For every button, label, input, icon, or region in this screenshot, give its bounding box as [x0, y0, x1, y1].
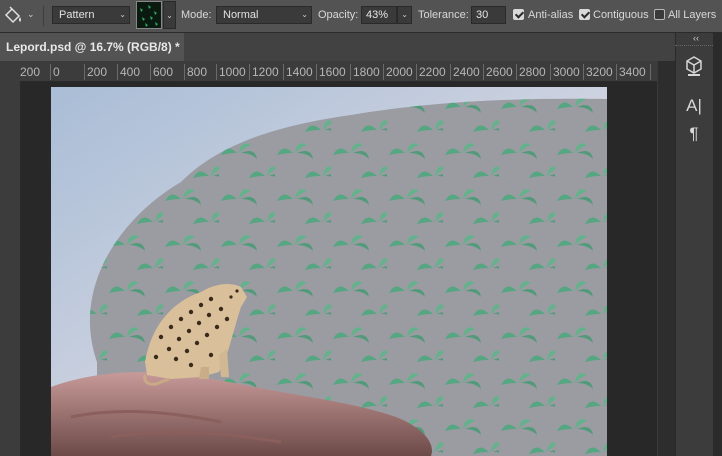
paint-bucket-icon[interactable] [2, 4, 24, 26]
ruler-tick-label: 3000 [553, 65, 580, 79]
ruler-tick-label: 1000 [219, 65, 246, 79]
ruler-tick [483, 64, 484, 80]
chevron-down-icon: ⌄ [119, 10, 126, 19]
panel-edge [713, 33, 722, 456]
pattern-swatch[interactable] [136, 1, 162, 29]
ruler-tick-label: 2200 [419, 65, 446, 79]
tool-preset-chevron-icon[interactable]: ⌄ [27, 9, 37, 21]
ruler-tick-label: 3400 [619, 65, 646, 79]
ruler-tick [516, 64, 517, 80]
document-tab[interactable]: Lepord.psd @ 16.7% (RGB/8) * [0, 33, 184, 61]
opacity-label: Opacity: [318, 9, 359, 21]
ruler-tick-label: 200 [87, 65, 108, 79]
ruler-tick [616, 64, 617, 80]
fill-source-value: Pattern [59, 9, 95, 21]
tolerance-input[interactable]: 30 [471, 6, 506, 24]
ruler-tick-label: 0 [53, 65, 60, 79]
anti-alias-checkbox[interactable] [513, 9, 524, 20]
canvas-area[interactable] [21, 82, 657, 456]
all-layers-label[interactable]: All Layers [668, 9, 716, 21]
character-panel-icon[interactable]: A| [682, 96, 706, 120]
ruler-tick-label: 2400 [453, 65, 480, 79]
chevron-down-icon: ⌄ [301, 10, 308, 19]
ruler-tick-label: 1800 [353, 65, 380, 79]
ruler-tick-label: 600 [153, 65, 174, 79]
tolerance-label: Tolerance: [418, 9, 469, 21]
fill-source-select[interactable]: Pattern ⌄ [52, 6, 130, 24]
chevron-down-icon: ⌄ [401, 10, 408, 19]
artwork-image [51, 87, 607, 456]
document-canvas[interactable] [51, 87, 607, 456]
ruler-tick [84, 64, 85, 80]
ruler-tick [249, 64, 250, 80]
ruler-tick [50, 64, 51, 80]
paragraph-panel-icon[interactable]: ¶ [682, 124, 706, 148]
ruler-tick-label: 1200 [252, 65, 279, 79]
ruler-tick [216, 64, 217, 80]
opacity-dropdown[interactable]: ⌄ [397, 6, 412, 24]
ruler-tick [150, 64, 151, 80]
ruler-tick-label: 200 [20, 65, 41, 79]
ruler-tick [184, 64, 185, 80]
mode-select[interactable]: Normal ⌄ [216, 6, 312, 24]
ruler-tick-label: 400 [120, 65, 141, 79]
ruler-tick [316, 64, 317, 80]
contiguous-checkbox[interactable] [579, 9, 590, 20]
ruler-tick [450, 64, 451, 80]
ruler-tick-label: 1400 [286, 65, 313, 79]
pattern-picker-chevron-icon[interactable]: ⌄ [163, 1, 176, 29]
ruler-tick-label: 800 [187, 65, 208, 79]
document-tab-bar: Lepord.psd @ 16.7% (RGB/8) * [0, 33, 675, 61]
ruler-tick [383, 64, 384, 80]
divider [43, 6, 44, 26]
ruler-tick [416, 64, 417, 80]
ruler-tick [550, 64, 551, 80]
vertical-scrollbar[interactable] [657, 61, 675, 456]
ruler-tick [350, 64, 351, 80]
ruler-tick [283, 64, 284, 80]
ruler-tick-label: 1600 [319, 65, 346, 79]
mode-value: Normal [223, 9, 259, 21]
ruler-tick-label: 3200 [586, 65, 613, 79]
options-bar: ⌄ Pattern ⌄ ⌄ Mode: Normal ⌄ Opacity: 43… [0, 0, 722, 33]
ruler-tick-label: 2800 [519, 65, 546, 79]
ruler-tick-label: 2600 [486, 65, 513, 79]
ruler-tick-label: 2000 [386, 65, 413, 79]
opacity-input[interactable]: 43% [361, 6, 397, 24]
mode-label: Mode: [181, 9, 212, 21]
vertical-ruler[interactable] [0, 81, 21, 456]
contiguous-label[interactable]: Contiguous [593, 9, 649, 21]
anti-alias-label[interactable]: Anti-alias [528, 9, 573, 21]
ruler-tick [650, 64, 651, 80]
3d-cube-icon[interactable] [682, 54, 706, 78]
panel-grip[interactable] [675, 45, 713, 49]
all-layers-checkbox[interactable] [654, 9, 665, 20]
ruler-tick [583, 64, 584, 80]
ruler-tick [117, 64, 118, 80]
horizontal-ruler[interactable]: 200 0 200 400 600 800 1000 1200 1400 160… [0, 61, 657, 82]
